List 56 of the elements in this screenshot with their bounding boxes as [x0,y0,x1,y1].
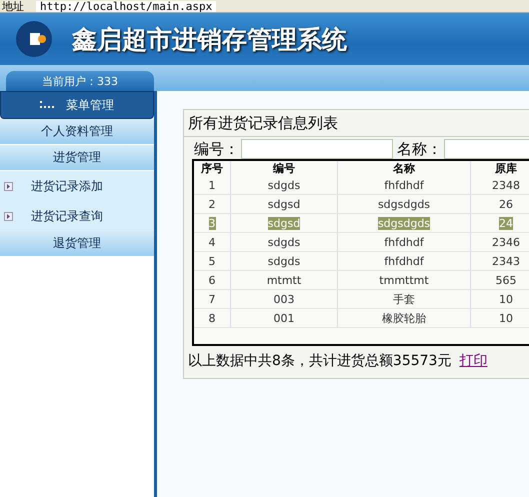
menu-section[interactable]: 退货管理 [0,231,154,257]
table-cell: 6 [208,274,216,286]
column-header: 编号 [230,161,338,176]
menu-item[interactable]: 进货记录添加 [0,171,154,201]
table-cell: sdgds [268,254,300,268]
table-cell: fhfdhdf [384,254,424,268]
table-cell: 2346 [492,236,520,248]
user-label: 当前用户：333 [42,74,118,88]
table-cell: fhfdhdf [384,178,424,192]
table-cell: sdgsd [268,198,300,210]
table-cell: 565 [496,274,516,286]
table-cell: 2 [208,198,216,210]
table-cell: sdgsdgds [378,216,430,230]
table-cell: fhfdhdf [384,236,424,248]
table-cell: 2343 [492,254,520,268]
table-cell: 4 [208,236,216,248]
table-cell: 橡胶轮胎 [382,312,426,324]
table-cell: sdgsdgds [378,198,430,210]
table-cell: sdgsd [268,216,300,230]
address-field[interactable]: http://localhost/main.aspx [36,1,216,12]
table-cell: 2348 [492,178,520,192]
column-header: 原库 [470,161,529,176]
table-cell: 5 [208,254,216,268]
table-cell: 7 [208,292,216,306]
menu-section[interactable]: 进货管理 [0,145,154,171]
filter-label: 编号： [194,140,239,158]
table-cell: 003 [274,292,294,306]
logo-icon [14,19,54,59]
menu-item[interactable]: 进货记录查询 [0,201,154,231]
table-cell: 10 [499,312,513,324]
system-title: 鑫启超市进销存管理系统 [72,24,347,56]
arrow-icon [4,212,13,220]
table-cell: sdgds [268,178,300,192]
table-cell: 1 [208,178,216,192]
filter-label: 名称： [397,140,442,158]
panel-title: 所有进货记录信息列表 [184,110,529,137]
column-header: 序号 [194,161,230,176]
column-header: 名称 [338,161,470,176]
table-cell: mtmtt [266,274,302,286]
print-link[interactable]: 打印 [459,352,488,370]
table-cell: 8 [208,312,216,324]
menu-section[interactable]: 个人资料管理 [0,119,154,145]
table-cell: tmmttmt [379,274,429,286]
arrow-icon [4,182,13,190]
summary-text: 以上数据中共8条，共计进货总额35573元 [188,352,452,370]
table-cell: 10 [499,292,513,306]
grid-icon [40,101,54,109]
table-cell: sdgds [268,236,300,248]
table-cell: 001 [274,312,294,324]
table-cell: 24 [499,216,513,230]
table-cell: 3 [208,216,216,230]
table-cell: 手套 [393,292,415,306]
address-label: 地址 [2,1,24,12]
table-cell: 26 [499,198,513,210]
menu-title: 菜单管理 [66,96,114,114]
filter-input[interactable] [241,139,393,159]
